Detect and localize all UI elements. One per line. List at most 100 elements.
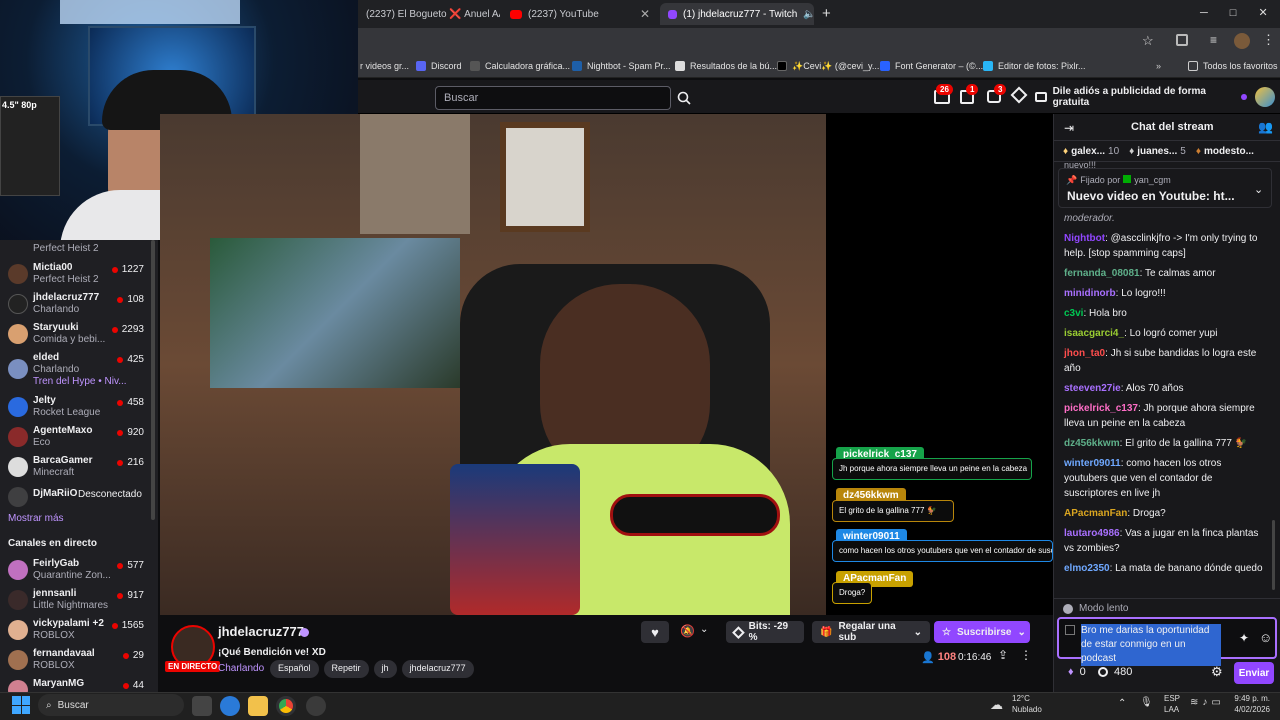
send-button[interactable]: Enviar bbox=[1234, 662, 1274, 684]
chat-username[interactable]: elmo2350 bbox=[1064, 563, 1110, 574]
sidebar-channel[interactable]: Staryuuki Comida y bebi... 2293 bbox=[0, 322, 158, 350]
chevron-up-icon[interactable]: ⌃ bbox=[1118, 698, 1126, 709]
chevron-down-icon[interactable]: ⌄ bbox=[1254, 183, 1263, 196]
live-channel[interactable]: fernandavaal ROBLOX 29 bbox=[0, 648, 158, 676]
collapse-chat-icon[interactable]: ⇥ bbox=[1064, 121, 1074, 135]
browser-tab-active[interactable]: (1) jhdelacruz777 - Twitch 🔈 ✕ bbox=[660, 3, 814, 25]
sidebar-channel[interactable]: BarcaGamer Minecraft 216 bbox=[0, 455, 158, 483]
show-more-link[interactable]: Mostrar más bbox=[8, 513, 64, 524]
follow-button[interactable]: ♥ bbox=[641, 621, 669, 643]
subscribe-button[interactable]: ☆ Suscribirse ⌄ bbox=[934, 621, 1030, 643]
chat-message[interactable]: isaacgarci4_: Lo logró comer yupi bbox=[1064, 326, 1264, 341]
taskbar-search[interactable]: ⌕ Buscar bbox=[38, 694, 184, 716]
all-bookmarks[interactable]: Todos los favoritos bbox=[1188, 54, 1278, 78]
live-channel[interactable]: vickypalami +2 ROBLOX 1565 bbox=[0, 618, 158, 646]
bookmark-item[interactable]: r videos gr... bbox=[360, 54, 409, 78]
tag[interactable]: jh bbox=[373, 660, 397, 678]
chat-message[interactable]: minidinorb: Lo logro!!! bbox=[1064, 286, 1264, 301]
chat-username[interactable]: Nightbot bbox=[1064, 233, 1105, 244]
chat-username[interactable]: fernanda_08081 bbox=[1064, 268, 1140, 279]
chat-username[interactable]: APacmanFan bbox=[1064, 508, 1127, 519]
share-icon[interactable]: ⇪ bbox=[998, 648, 1008, 662]
emote-badge-icon[interactable] bbox=[1065, 625, 1075, 635]
bookmark-item[interactable]: Editor de fotos: Pixlr... bbox=[983, 54, 1086, 78]
lang-code[interactable]: ESP bbox=[1164, 694, 1180, 703]
chat-username[interactable]: isaacgarci4_ bbox=[1064, 328, 1124, 339]
chat-message[interactable]: fernanda_08081: Te calmas amor bbox=[1064, 266, 1264, 281]
sparkle-icon[interactable]: ✦ bbox=[1239, 631, 1249, 645]
close-icon[interactable]: ✕ bbox=[640, 7, 650, 21]
live-channel[interactable]: MaryanMG 44 bbox=[0, 678, 158, 692]
chat-message[interactable]: Nightbot: @ascclinkjfro -> I'm only tryi… bbox=[1064, 231, 1264, 261]
bits-balance[interactable]: ♦ 0 bbox=[1068, 666, 1086, 678]
speaker-icon[interactable]: 🔈 bbox=[803, 9, 814, 20]
chat-username[interactable]: minidinorb bbox=[1064, 288, 1116, 299]
bookmark-item[interactable]: Resultados de la bú... bbox=[675, 54, 777, 78]
lang-layout[interactable]: LAA bbox=[1164, 705, 1179, 714]
new-tab-button[interactable]: + bbox=[822, 5, 831, 22]
bookmark-item[interactable]: Font Generator – (©... bbox=[880, 54, 983, 78]
extensions-icon[interactable] bbox=[1176, 34, 1188, 46]
folder-icon[interactable] bbox=[248, 696, 268, 716]
sidebar-channel[interactable]: elded Charlando Tren del Hype • Niv... 4… bbox=[0, 352, 158, 390]
task-view-icon[interactable] bbox=[192, 696, 212, 716]
search-button[interactable] bbox=[672, 86, 696, 110]
notifications-button[interactable]: 🔕 ⌄ bbox=[680, 624, 708, 638]
leaderboard[interactable]: ♦ galex... 10 ♦ juanes... 5 ♦ modesto... bbox=[1053, 140, 1280, 162]
browser-tab[interactable]: (2237) YouTube ✕ bbox=[502, 3, 658, 25]
windows-start-icon[interactable] bbox=[12, 696, 30, 714]
edge-icon[interactable] bbox=[220, 696, 240, 716]
chat-message[interactable]: steeven27ie: Alos 70 años bbox=[1064, 381, 1264, 396]
more-options-icon[interactable]: ⋮ bbox=[1020, 648, 1032, 662]
sidebar-channel[interactable]: jhdelacruz777 Charlando 108 bbox=[0, 292, 158, 320]
mic-icon[interactable]: 🎙 bbox=[1140, 697, 1153, 708]
bookmark-item[interactable]: Calculadora gráfica... bbox=[470, 54, 570, 78]
chat-username[interactable]: steeven27ie bbox=[1064, 383, 1121, 394]
tag[interactable]: jhdelacruz777 bbox=[401, 660, 474, 678]
chat-message[interactable]: pickelrick_c137: Jh porque ahora siempre… bbox=[1064, 401, 1264, 431]
pinned-message[interactable]: 📌 Fijado por yan_cgm Nuevo video en Youtub… bbox=[1058, 168, 1272, 208]
chrome-icon[interactable] bbox=[276, 696, 296, 716]
system-tray-icons[interactable]: ≋♪▭ bbox=[1190, 697, 1225, 708]
bookmark-item[interactable]: Discord bbox=[416, 54, 462, 78]
bookmark-item[interactable]: ✨Cevi✨ (@cevi_y... bbox=[777, 54, 879, 78]
chat-username[interactable]: jhon_ta0 bbox=[1064, 348, 1105, 359]
media-icon[interactable]: ≡ bbox=[1210, 33, 1217, 47]
search-input[interactable]: Buscar bbox=[435, 86, 671, 110]
bookmark-item[interactable]: Nightbot - Spam Pr... bbox=[572, 54, 671, 78]
chat-username[interactable]: dz456kkwm bbox=[1064, 438, 1120, 449]
chat-username[interactable]: pickelrick_c137 bbox=[1064, 403, 1138, 414]
emoji-icon[interactable]: ☺ bbox=[1259, 630, 1272, 645]
chat-username[interactable]: winter09011 bbox=[1064, 458, 1121, 469]
user-avatar[interactable] bbox=[1255, 87, 1275, 107]
users-icon[interactable]: 👥 bbox=[1258, 120, 1273, 134]
chat-message[interactable]: jhon_ta0: Jh si sube bandidas lo logra e… bbox=[1064, 346, 1264, 376]
chat-message[interactable]: dz456kkwm: El grito de la gallina 777 🐓 bbox=[1064, 436, 1264, 451]
chat-message[interactable]: lautaro4986: Vas a jugar en la finca pla… bbox=[1064, 526, 1264, 556]
sidebar-channel[interactable]: Mictia00 Perfect Heist 2 1227 bbox=[0, 262, 158, 290]
chat-message[interactable]: elmo2350: La mata de banano dónde quedo bbox=[1064, 561, 1264, 576]
ad-free-button[interactable]: Dile adiós a publicidad de forma gratuit… bbox=[1035, 86, 1247, 108]
sidebar-channel[interactable]: AgenteMaxo Eco 920 bbox=[0, 425, 158, 453]
obs-icon[interactable] bbox=[306, 696, 326, 716]
chat-scrollbar[interactable] bbox=[1272, 520, 1275, 590]
chat-username[interactable]: lautaro4986 bbox=[1064, 528, 1120, 539]
window-controls[interactable]: ─□✕ bbox=[1200, 6, 1280, 19]
chat-username[interactable]: c3vi bbox=[1064, 308, 1083, 319]
profile-avatar[interactable] bbox=[1234, 33, 1250, 49]
menu-icon[interactable]: ⋮ bbox=[1262, 32, 1275, 48]
sidebar-channel-offline[interactable]: DjMaRiiO Desconectado bbox=[0, 485, 158, 513]
gear-icon[interactable]: ⚙ bbox=[1211, 664, 1223, 680]
chat-message[interactable]: c3vi: Hola bro bbox=[1064, 306, 1264, 321]
chat-message[interactable]: winter09011: como hacen los otros youtub… bbox=[1064, 456, 1264, 501]
category-link[interactable]: Charlando bbox=[218, 663, 264, 674]
sidebar-channel[interactable]: Jelty Rocket League 458 bbox=[0, 395, 158, 423]
tag[interactable]: Repetir bbox=[323, 660, 369, 678]
gift-sub-button[interactable]: 🎁 Regalar una sub ⌄ bbox=[812, 621, 930, 643]
channel-name[interactable]: jhdelacruz777 bbox=[218, 624, 304, 639]
chat-input[interactable]: Bro me darias la oportunidad de estar co… bbox=[1057, 617, 1277, 666]
live-channel[interactable]: jennsanli Little Nightmares 917 bbox=[0, 588, 158, 616]
bits-button[interactable]: Bits: -29 % bbox=[726, 621, 804, 643]
browser-tab[interactable]: (2237) El Bogueto ❌ Anuel AA ✕ bbox=[358, 3, 500, 25]
star-icon[interactable]: ☆ bbox=[1142, 33, 1154, 49]
